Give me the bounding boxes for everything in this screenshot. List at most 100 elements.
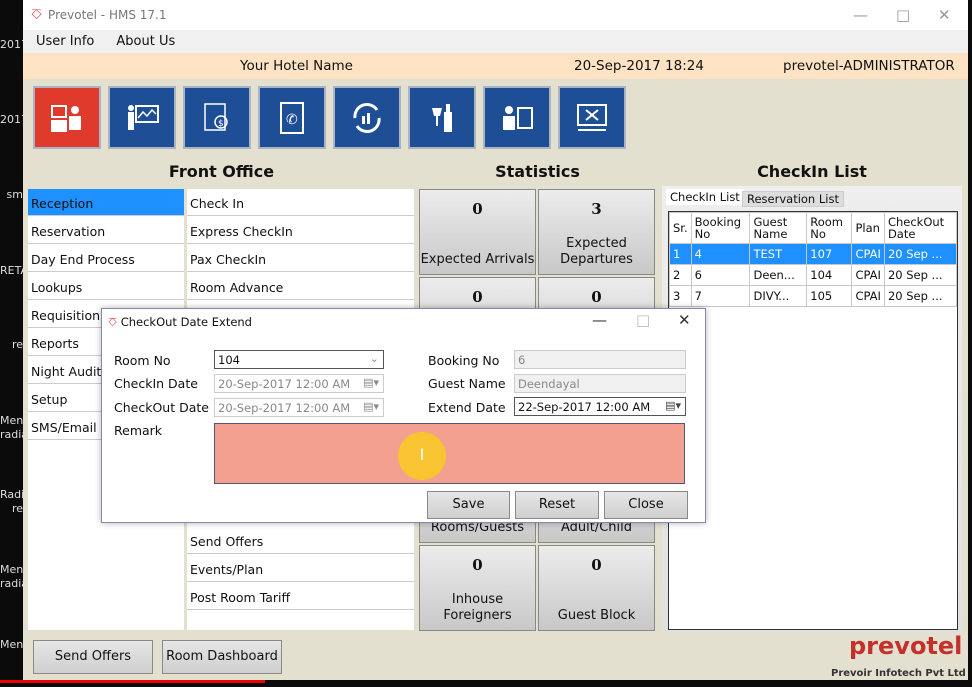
hotel-name: Your Hotel Name: [240, 58, 353, 74]
dialog-maximize-button[interactable]: □: [636, 311, 650, 329]
nav-item[interactable]: Lookups: [28, 273, 184, 300]
close-button[interactable]: ✕: [938, 6, 951, 24]
table-cell: 20 Sep ...: [883, 285, 958, 307]
room-no-select[interactable]: 104 ⌄: [214, 350, 384, 369]
checkin-table-box: Sr. Booking No Guest Name Room No Plan CheckO…: [668, 211, 958, 630]
settings-button[interactable]: [558, 86, 626, 149]
reports-button[interactable]: [108, 86, 176, 149]
extend-date-value: 22-Sep-2017 12:00 AM: [518, 400, 651, 414]
stat-value: 0: [591, 288, 602, 306]
stat-label: Guest Block: [557, 608, 636, 623]
nav-item[interactable]: Day End Process: [28, 245, 184, 272]
sub-item[interactable]: Post Room Tariff: [187, 583, 414, 610]
front-office-button[interactable]: [33, 86, 101, 149]
reception-desk-icon: [51, 104, 81, 132]
dialog-close-action-button[interactable]: Close: [604, 491, 688, 519]
table-row[interactable]: 3 7 DIVY... 105 CPAI 20 Sep ...: [669, 285, 958, 307]
sub-item[interactable]: Check In: [187, 189, 414, 216]
sync-button[interactable]: [333, 86, 401, 149]
extend-date-picker[interactable]: 22-Sep-2017 12:00 AM ▤▾: [514, 397, 686, 416]
sub-item[interactable]: Pax CheckIn: [187, 245, 414, 272]
stat-value: 3: [591, 200, 602, 218]
header-datetime: 20-Sep-2017 18:24: [574, 58, 704, 74]
nav-item[interactable]: Reception: [28, 189, 184, 216]
checkin-date-field: 20-Sep-2017 12:00 AM ▤▾: [214, 374, 384, 393]
svg-text:✆: ✆: [286, 112, 298, 128]
checkout-date-label: CheckOut Date: [114, 400, 209, 415]
stat-value: 0: [472, 200, 483, 218]
table-row[interactable]: 2 6 Deen... 104 CPAI 20 Sep ...: [669, 264, 958, 286]
desktop-text: radia: [0, 577, 23, 590]
desktop-text: Men: [0, 563, 23, 576]
minimize-button[interactable]: —: [853, 6, 868, 24]
phone-directory-button[interactable]: ✆: [258, 86, 326, 149]
reset-button[interactable]: Reset: [515, 491, 599, 519]
video-progress[interactable]: [0, 680, 265, 683]
column-header[interactable]: CheckOut Date: [883, 212, 958, 244]
wine-bottle-icon: [432, 103, 452, 132]
chevron-down-icon: ⌄: [369, 352, 379, 365]
checkout-extend-dialog: ⎏ CheckOut Date Extend — □ ✕ Room No 104…: [101, 308, 706, 523]
header-user: prevotel-ADMINISTRATOR: [783, 58, 955, 74]
maximize-button[interactable]: □: [896, 6, 910, 24]
sub-item[interactable]: Send Offers: [187, 527, 414, 554]
column-header[interactable]: Guest Name: [749, 212, 808, 244]
sub-item[interactable]: Express CheckIn: [187, 217, 414, 244]
checkin-date-label: CheckIn Date: [114, 376, 198, 391]
desktop-text: Radi: [0, 488, 23, 501]
table-cell: TEST: [749, 243, 808, 265]
nav-item[interactable]: Reservation: [28, 217, 184, 244]
stat-label: Inhouse Foreigners: [443, 592, 512, 623]
checkout-date-value: 20-Sep-2017 12:00 AM: [218, 401, 351, 415]
table-cell: 4: [690, 243, 751, 265]
sub-item[interactable]: Room Advance: [187, 273, 414, 300]
dialog-close-button[interactable]: ✕: [678, 311, 691, 329]
phone-book-icon: ✆: [280, 101, 304, 134]
bank-currency-icon: $: [204, 102, 228, 131]
accounts-button[interactable]: $: [183, 86, 251, 149]
column-header[interactable]: Booking No: [690, 212, 751, 244]
stat-label: Expected Departures: [560, 236, 633, 267]
menu-about-us[interactable]: About Us: [103, 34, 184, 49]
stat-tile[interactable]: 0 Guest Block: [538, 545, 655, 631]
remark-textarea[interactable]: [214, 423, 685, 484]
save-button[interactable]: Save: [427, 491, 510, 519]
column-header[interactable]: Sr.: [669, 212, 692, 244]
stat-tile[interactable]: 3 Expected Departures: [538, 189, 655, 275]
table-cell: CPAI: [851, 285, 885, 307]
desktop-text: 2017: [0, 38, 23, 51]
table-cell: Deen...: [749, 264, 808, 286]
presentation-icon: [128, 104, 159, 130]
dialog-minimize-button[interactable]: —: [592, 311, 607, 329]
checkout-date-field: 20-Sep-2017 12:00 AM ▤▾: [214, 398, 384, 417]
column-header[interactable]: Plan: [851, 212, 885, 244]
table-cell: 3: [669, 285, 692, 307]
desktop-text: re: [11, 502, 23, 515]
tab-reservation-list[interactable]: Reservation List: [742, 191, 844, 207]
svg-text:$: $: [218, 119, 224, 129]
table-row[interactable]: 1 4 TEST 107 CPAI 20 Sep ...: [669, 243, 958, 265]
stat-tile[interactable]: 0 Inhouse Foreigners: [419, 545, 536, 631]
room-dashboard-button[interactable]: Room Dashboard: [162, 640, 282, 674]
desktop-text: sm: [6, 188, 23, 201]
cashier-button[interactable]: [483, 86, 551, 149]
prevotel-logo: prevotel: [849, 632, 963, 660]
dialog-title: CheckOut Date Extend: [120, 315, 252, 329]
calendar-icon[interactable]: ▤▾: [665, 399, 681, 412]
menu-user-info[interactable]: User Info: [23, 34, 103, 49]
table-cell: 6: [690, 264, 751, 286]
table-cell: 20 Sep ...: [883, 264, 958, 286]
remark-label: Remark: [114, 423, 163, 438]
table-cell: 104: [806, 264, 853, 286]
stat-label: Expected Arrivals: [420, 252, 535, 267]
tab-checkin-list[interactable]: CheckIn List: [666, 189, 744, 205]
table-cell: DIVY...: [749, 285, 808, 307]
statistics-title: Statistics: [495, 162, 580, 181]
extend-date-label: Extend Date: [428, 400, 506, 415]
sub-item[interactable]: Events/Plan: [187, 555, 414, 582]
send-offers-button[interactable]: Send Offers: [33, 640, 153, 674]
restaurant-button[interactable]: [408, 86, 476, 149]
calendar-icon: ▤▾: [363, 400, 379, 413]
column-header[interactable]: Room No: [806, 212, 853, 244]
stat-tile[interactable]: 0 Expected Arrivals: [419, 189, 536, 275]
